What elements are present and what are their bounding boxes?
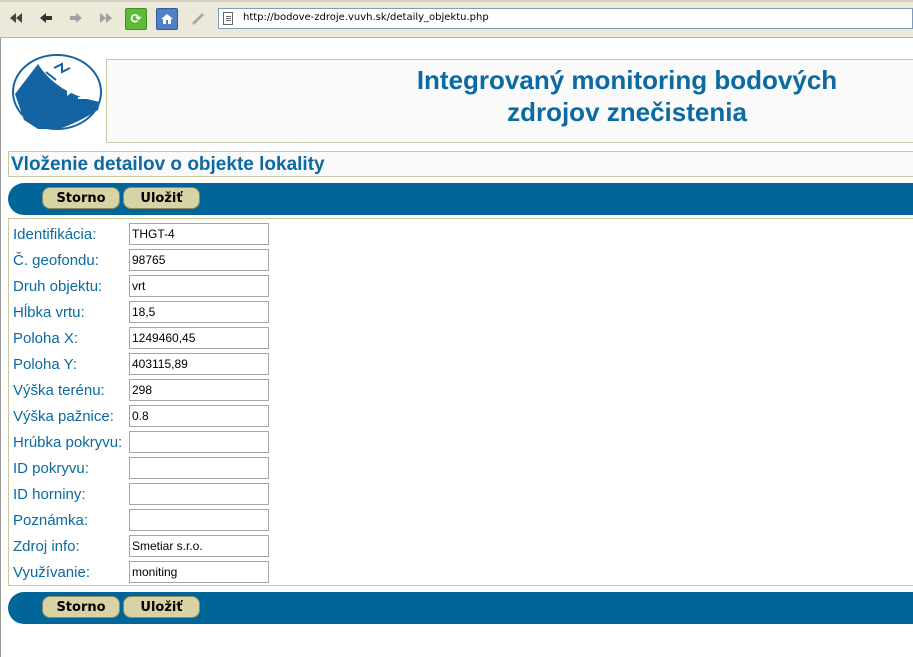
field-label: Hrúbka pokryvu: xyxy=(13,434,123,451)
rewind-icon[interactable] xyxy=(6,8,26,28)
field-label: Poloha Y: xyxy=(13,356,77,373)
save-button-bottom[interactable]: Uložiť xyxy=(123,596,200,618)
vyska-paznice-input[interactable] xyxy=(129,405,269,427)
left-border xyxy=(0,38,1,657)
identifikacia-input[interactable] xyxy=(129,223,269,245)
fast-forward-icon[interactable] xyxy=(96,8,116,28)
field-label: Poloha X: xyxy=(13,330,79,347)
field-label: Výška pažnice: xyxy=(13,408,114,425)
page-icon xyxy=(223,12,233,25)
field-label: Identifikácia: xyxy=(13,226,97,243)
field-label: Zdroj info: xyxy=(13,538,80,555)
form-row-id-horniny: ID horniny: xyxy=(9,483,309,507)
field-label: Výška terénu: xyxy=(13,382,105,399)
reload-icon[interactable]: ⟳ xyxy=(125,8,147,30)
field-label: Využívanie: xyxy=(13,564,90,581)
form-row-geofond: Č. geofondu: xyxy=(9,249,309,273)
zdroj-info-input[interactable] xyxy=(129,535,269,557)
druh-objektu-input[interactable] xyxy=(129,275,269,297)
toolbar-top-line xyxy=(0,0,913,2)
page-title: Vloženie detailov o objekte lokality xyxy=(11,154,325,175)
form-row-zdroj-info: Zdroj info: xyxy=(9,535,309,559)
form-row-hlbka-vrtu: Hĺbka vrtu: xyxy=(9,301,309,325)
site-title-line1: Integrovaný monitoring bodových xyxy=(416,65,838,95)
form-row-vyska-paznice: Výška pažnice: xyxy=(9,405,309,429)
field-label: Č. geofondu: xyxy=(13,252,99,269)
address-url: http://bodove-zdroje.vuvh.sk/detaily_obj… xyxy=(243,12,489,23)
field-label: ID horniny: xyxy=(13,486,86,503)
forward-icon[interactable] xyxy=(66,8,86,28)
form-row-vyska-terenu: Výška terénu: xyxy=(9,379,309,403)
field-label: ID pokryvu: xyxy=(13,460,89,477)
header-banner: Integrovaný monitoring bodových zdrojov … xyxy=(106,59,913,143)
form-row-hrubka-pokryvu: Hrúbka pokryvu: xyxy=(9,431,309,455)
cancel-button-top[interactable]: Storno xyxy=(42,187,120,209)
id-horniny-input[interactable] xyxy=(129,483,269,505)
edit-pencil-icon[interactable] xyxy=(188,8,208,28)
site-title: Integrovaný monitoring bodových zdrojov … xyxy=(407,64,847,128)
cancel-button-bottom[interactable]: Storno xyxy=(42,596,120,618)
home-icon[interactable] xyxy=(156,8,178,30)
save-button-top[interactable]: Uložiť xyxy=(123,187,200,209)
poznamka-input[interactable] xyxy=(129,509,269,531)
field-label: Hĺbka vrtu: xyxy=(13,304,85,321)
form-row-druh-objektu: Druh objektu: xyxy=(9,275,309,299)
back-icon[interactable] xyxy=(36,8,56,28)
field-label: Poznámka: xyxy=(13,512,89,529)
top-action-bar: Storno Uložiť xyxy=(8,183,913,215)
poloha-x-input[interactable] xyxy=(129,327,269,349)
id-pokryvu-input[interactable] xyxy=(129,457,269,479)
detail-form: Identifikácia: Č. geofondu: Druh objektu… xyxy=(8,218,913,586)
form-row-poloha-x: Poloha X: xyxy=(9,327,309,351)
form-row-poloha-y: Poloha Y: xyxy=(9,353,309,377)
browser-toolbar: ⟳ http://bodove-zdroje.vuvh.sk/detaily_o… xyxy=(0,0,913,38)
hlbka-vrtu-input[interactable] xyxy=(129,301,269,323)
section-header: Vloženie detailov o objekte lokality xyxy=(8,151,913,177)
bottom-action-bar: Storno Uložiť xyxy=(8,592,913,624)
form-row-vyuzivanie: Využívanie: xyxy=(9,561,309,585)
vyuzivanie-input[interactable] xyxy=(129,561,269,583)
logo xyxy=(12,54,102,130)
site-title-line2: zdrojov znečistenia xyxy=(507,97,747,127)
poloha-y-input[interactable] xyxy=(129,353,269,375)
hrubka-pokryvu-input[interactable] xyxy=(129,431,269,453)
form-row-identifikacia: Identifikácia: xyxy=(9,223,309,247)
form-row-poznamka: Poznámka: xyxy=(9,509,309,533)
form-row-id-pokryvu: ID pokryvu: xyxy=(9,457,309,481)
geofond-input[interactable] xyxy=(129,249,269,271)
field-label: Druh objektu: xyxy=(13,278,103,295)
address-bar[interactable]: http://bodove-zdroje.vuvh.sk/detaily_obj… xyxy=(218,8,913,29)
vyska-terenu-input[interactable] xyxy=(129,379,269,401)
